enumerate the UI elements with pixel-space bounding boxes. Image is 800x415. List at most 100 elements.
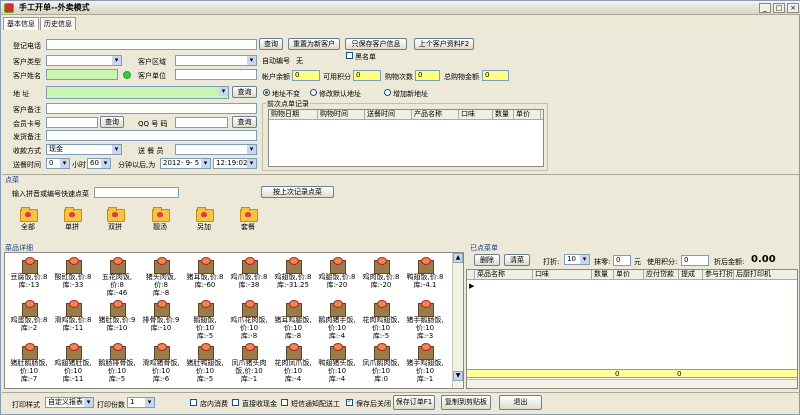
dish-item[interactable]: 鸡蛋饭,价:8 库:-2 <box>9 300 49 336</box>
address-query-button[interactable]: 查询 <box>232 86 257 98</box>
dish-item[interactable]: 猪头肉饭,价:8 库:-8 <box>141 257 181 297</box>
customer-type-select[interactable] <box>46 55 122 66</box>
minimize-icon[interactable]: _ <box>759 3 771 13</box>
dish-item[interactable]: 五花肉饭,价:8 库:-46 <box>97 257 137 297</box>
dish-item[interactable]: 滑鸡饭,价:8 库:-11 <box>53 300 93 336</box>
dish-item[interactable]: 排骨饭,价:9 库:-10 <box>141 300 181 336</box>
exit-button[interactable]: 退出 <box>499 395 542 410</box>
direct-pay-checkbox[interactable] <box>232 399 239 406</box>
ship-note-input[interactable] <box>46 130 257 141</box>
blacklist-checkbox[interactable] <box>346 52 353 59</box>
dish-item[interactable]: 鸡翅饭,价:8 库:-31.25 <box>273 257 313 293</box>
deliver-mins-select[interactable]: 60 <box>87 158 111 169</box>
category-label: 套餐 <box>241 223 255 231</box>
dish-icon <box>65 300 82 317</box>
dish-item[interactable]: 鹅翅饭,价:10 库:-5 <box>185 300 225 340</box>
qq-input[interactable] <box>175 117 228 128</box>
recent-orders-grid[interactable]: 购物日期 购物时间 送餐时间 产品名称 口味 数量 单价 <box>268 109 544 167</box>
selected-orders-grid[interactable]: 菜品名称 口味 数量 单价 应付贷款 提成 参与打折 后厨打印机 ▶ 0 0 <box>466 269 798 389</box>
dish-item[interactable]: 滑鸡猪骨饭,价:10 库:-6 <box>141 343 181 383</box>
category-soup[interactable]: 靓汤 <box>146 207 174 232</box>
dish-label: 猪耳鸡腿饭,价:10 库:-8 <box>274 316 312 340</box>
dish-item[interactable]: 凤爪鹅肉饭,价:10 库:0 <box>361 343 401 383</box>
dish-item[interactable]: 鹅肠排骨饭,价:10 库:-5 <box>97 343 137 383</box>
dish-item[interactable]: 鸭翅猪头饭,价:10 库:-4 <box>317 343 357 383</box>
prev-customer-button[interactable]: 上个客户资料F2 <box>414 38 474 50</box>
purchase-count-label: 购物次数 <box>385 73 413 81</box>
dish-item[interactable]: 鸡爪饭,价:8 库:-38 <box>229 257 269 293</box>
dish-item[interactable]: 鸡翅猪肚饭,价:10 库:-11 <box>53 343 93 383</box>
dish-item[interactable]: 猪手鸡翅饭,价:10 库:-1 <box>405 343 445 383</box>
dish-item[interactable]: 鹅肉猪手饭,价:10 库:-4 <box>317 300 357 340</box>
dish-label: 鸭翅猪头饭,价:10 库:-4 <box>318 359 356 383</box>
customer-unit-input[interactable] <box>175 69 257 80</box>
address-select[interactable] <box>46 86 229 99</box>
dish-item[interactable]: 鸭翅饭,价:8 库:-4.1 <box>405 257 445 293</box>
scroll-up-icon[interactable]: ▲ <box>453 253 463 263</box>
dishes-scrollbar[interactable]: ▲ ▼ <box>452 253 463 388</box>
phone-query-button[interactable]: 查询 <box>259 38 283 50</box>
dish-item[interactable]: 花肉鸡翅饭,价:10 库:-5 <box>361 300 401 340</box>
print-style-select[interactable]: 自定义报表 <box>45 397 94 408</box>
dish-item[interactable]: 猪耳饭,价:8 库:-60 <box>185 257 225 293</box>
save-customer-button[interactable]: 只保存客户信息 <box>345 38 407 50</box>
maximize-icon[interactable]: □ <box>773 3 785 13</box>
deliver-hours-select[interactable]: 0 <box>46 158 70 169</box>
category-extra[interactable]: 另加 <box>190 207 218 232</box>
close-icon[interactable]: × <box>787 3 799 13</box>
save-order-button[interactable]: 保存订单F1 <box>393 395 435 410</box>
copies-select[interactable]: 1 <box>127 397 155 408</box>
member-card-input[interactable] <box>46 117 98 128</box>
scroll-down-icon[interactable]: ▼ <box>453 371 463 381</box>
sum-row: 0 0 <box>467 369 797 378</box>
category-double[interactable]: 双拼 <box>101 207 129 232</box>
dish-item[interactable]: 猪手鹅肠饭,价:10 库:-3 <box>405 300 445 340</box>
category-single[interactable]: 单拼 <box>58 207 86 232</box>
dish-item[interactable]: 凤爪猪头肉饭,价:10 库:-1 <box>229 343 269 383</box>
dish-item[interactable]: 鸡腿饭,价:8 库:-20 <box>317 257 357 293</box>
dish-item[interactable]: 猪耳鸡腿饭,价:10 库:-8 <box>273 300 313 340</box>
quick-search-input[interactable] <box>94 187 179 198</box>
dish-item[interactable]: 鸡肉饭,价:8 库:-20 <box>361 257 401 293</box>
addr-keep-radio[interactable] <box>263 89 270 96</box>
horizontal-scrollbar[interactable] <box>467 379 797 388</box>
customer-note-input[interactable] <box>46 103 257 114</box>
category-all[interactable]: 全部 <box>14 207 42 232</box>
last-record-button[interactable]: 按上次记录点菜 <box>261 186 334 198</box>
addr-modify-radio[interactable] <box>310 89 317 96</box>
category-set-meal[interactable]: 套餐 <box>234 207 262 232</box>
dine-in-checkbox[interactable] <box>190 399 197 406</box>
tab-basic-info[interactable]: 基本信息 <box>3 17 39 30</box>
dish-item[interactable]: 酸豇饭,价:8 库:-33 <box>53 257 93 293</box>
dish-item[interactable]: 猪肚饭,价:9 库:-10 <box>97 300 137 336</box>
col-flavor: 口味 <box>533 270 592 279</box>
remove-zero-input[interactable]: 0 <box>613 255 631 266</box>
tab-history[interactable]: 历史信息 <box>40 17 76 30</box>
customer-name-input[interactable] <box>46 69 118 80</box>
courier-select[interactable] <box>175 144 257 155</box>
reset-customer-button[interactable]: 重置为新客户 <box>288 38 340 50</box>
dish-label: 豆腐饭,价:8 库:-13 <box>10 273 48 289</box>
dish-item[interactable]: 鸡爪花肉饭,价:10 库:-8 <box>229 300 269 340</box>
dish-item[interactable]: 猪肚鸭翅饭,价:10 库:-5 <box>185 343 225 383</box>
delete-button[interactable]: 删除 <box>474 254 500 266</box>
dish-item[interactable]: 花肉凤爪饭,价:10 库:-4 <box>273 343 313 383</box>
save-close-checkbox[interactable]: ✓ <box>346 397 353 406</box>
qq-query-button[interactable]: 查询 <box>232 116 257 128</box>
deliver-time-select[interactable]: 12:19:02 <box>213 158 257 169</box>
member-query-button[interactable]: 查询 <box>100 116 124 128</box>
payment-label: 收款方式 <box>13 147 41 155</box>
clear-button[interactable]: 清菜 <box>504 254 530 266</box>
dish-icon <box>329 257 346 274</box>
phone-input[interactable] <box>46 39 257 50</box>
sms-checkbox[interactable] <box>281 399 288 406</box>
deliver-date-select[interactable]: 2012- 9- 5 <box>160 158 211 169</box>
copy-clipboard-button[interactable]: 复制到剪贴板 <box>441 395 491 410</box>
payment-select[interactable]: 现金 <box>46 144 122 155</box>
region-select[interactable] <box>175 55 257 66</box>
discount-select[interactable]: 10 <box>564 254 590 265</box>
points-use-input[interactable]: 0 <box>681 255 709 266</box>
dish-item[interactable]: 猪肚鹅肠饭,价:10 库:-7 <box>9 343 49 383</box>
addr-add-radio[interactable] <box>384 89 391 96</box>
dish-item[interactable]: 豆腐饭,价:8 库:-13 <box>9 257 49 293</box>
